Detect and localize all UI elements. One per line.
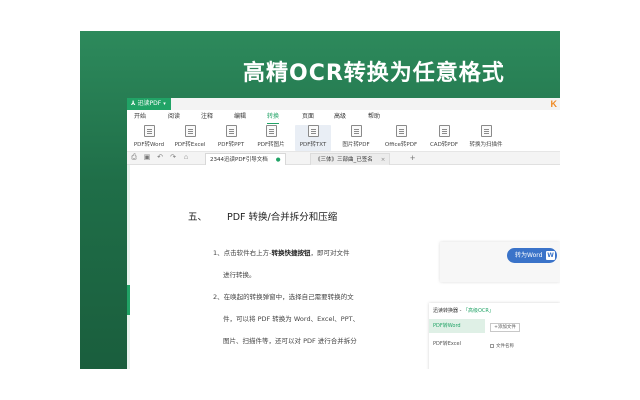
tool-pdf-to-image[interactable]: PDF转图片 <box>254 125 288 151</box>
tab-three-body[interactable]: 《三体》三部曲_已签名 × <box>310 153 391 165</box>
word-icon: W <box>546 251 555 260</box>
convert-to-word-button[interactable]: 转为Word W <box>507 248 557 263</box>
hero-title: 高精OCR转换为任意格式 <box>243 61 505 86</box>
menu-tab-help[interactable]: 帮助 <box>368 110 380 124</box>
cad-to-pdf-icon <box>438 125 450 137</box>
menu-tab-convert[interactable]: 转换 <box>267 110 280 124</box>
converter-option-pdf-to-excel[interactable]: PDF转Excel <box>429 337 485 351</box>
scan-icon <box>480 125 492 137</box>
checkbox-icon <box>490 343 494 348</box>
tool-cad-to-pdf[interactable]: CAD转PDF <box>427 125 461 151</box>
menu-tab-page[interactable]: 页面 <box>302 110 314 124</box>
pdf-to-ppt-icon <box>225 125 237 137</box>
paragraph-line: 进行转换。 <box>223 271 256 279</box>
side-panel-handle[interactable] <box>127 285 130 315</box>
chevron-down-icon: ▾ <box>163 101 166 107</box>
tool-image-to-pdf[interactable]: 图片转PDF <box>339 125 373 151</box>
side-panel-strip <box>127 165 130 369</box>
menu-bar: 开始 阅读 注释 编辑 转换 页面 高级 帮助 <box>127 110 560 124</box>
tool-pdf-to-txt[interactable]: PDF转TXT <box>295 125 331 151</box>
section-heading: 五、 PDF 转换/合并拆分和压缩 <box>188 209 337 223</box>
pdf-to-image-icon <box>265 125 277 137</box>
undo-icon[interactable]: ↶ <box>156 154 164 162</box>
new-tab-button[interactable]: + <box>410 152 415 165</box>
ribbon-toolbar: PDF转Word PDF转Excel PDF转PPT PDF转图片 PDF转TX… <box>127 124 560 152</box>
print-icon[interactable]: ⎙ <box>130 154 138 162</box>
section-title: PDF 转换/合并拆分和压缩 <box>227 212 338 223</box>
image-to-pdf-icon <box>350 125 362 137</box>
tool-pdf-to-excel[interactable]: PDF转Excel <box>172 125 208 151</box>
app-logo-icon: ⅄ <box>131 100 136 107</box>
menu-tab-advanced[interactable]: 高级 <box>334 110 346 124</box>
app-name: 迅读PDF <box>137 100 162 107</box>
pdf-to-word-icon <box>143 125 155 137</box>
redo-icon[interactable]: ↷ <box>169 154 177 162</box>
menu-tab-start[interactable]: 开始 <box>134 110 146 124</box>
title-bar: ⅄ 迅读PDF ▾ K <box>127 98 560 110</box>
paragraph-line: 图片、扫描件等，还可以对 PDF 进行合并拆分 <box>223 337 357 345</box>
add-file-button[interactable]: +添加文件 <box>490 323 520 332</box>
document-tab-bar: ⎙ ▣ ↶ ↷ ⌂ 2344迅读PDF引导文档 ● 《三体》三部曲_已签名 × + <box>127 152 560 165</box>
app-window: ⅄ 迅读PDF ▾ K 开始 阅读 注释 编辑 转换 页面 高级 帮助 PDF转Wo… <box>127 98 560 369</box>
converter-option-pdf-to-word[interactable]: PDF转Word <box>429 319 485 333</box>
app-menu-button[interactable]: ⅄ 迅读PDF ▾ <box>127 98 171 110</box>
tool-office-to-pdf[interactable]: Office转PDF <box>381 125 421 151</box>
save-icon[interactable]: ▣ <box>143 154 151 162</box>
menu-tab-annotate[interactable]: 注释 <box>201 110 213 124</box>
home-icon[interactable]: ⌂ <box>182 154 190 162</box>
paragraph-line: 1、点击软件右上方-转换快捷按钮，即可对文件 <box>213 249 350 257</box>
menu-tab-edit[interactable]: 编辑 <box>234 110 246 124</box>
paragraph-line: 2、在唤起的转换弹窗中，选择自己需要转换的文 <box>213 293 354 301</box>
dialog-title: 迅读转换器 - 「高级OCR」 <box>433 308 494 314</box>
tool-pdf-to-word[interactable]: PDF转Word <box>132 125 166 151</box>
pdf-to-txt-icon <box>307 125 319 137</box>
menu-tab-read[interactable]: 阅读 <box>168 110 180 124</box>
tool-pdf-to-ppt[interactable]: PDF转PPT <box>214 125 248 151</box>
document-view: 五、 PDF 转换/合并拆分和压缩 1、点击软件右上方-转换快捷按钮，即可对文件 … <box>127 165 560 369</box>
tab-guide-document[interactable]: 2344迅读PDF引导文档 ● <box>205 153 286 165</box>
modified-dot-icon: ● <box>275 157 281 163</box>
office-to-pdf-icon <box>395 125 407 137</box>
brand-logo-icon: K <box>550 99 558 109</box>
tool-convert-to-scan[interactable]: 转换为扫描件 <box>467 125 505 151</box>
paragraph-line: 件，可以将 PDF 转换为 Word、Excel、PPT、 <box>223 315 360 323</box>
section-number: 五、 <box>188 212 208 223</box>
inset-screenshot-converter-dialog: 迅读转换器 - 「高级OCR」 PDF转Word PDF转Excel +添加文件… <box>429 303 560 369</box>
promo-banner: 高精OCR转换为任意格式 ⅄ 迅读PDF ▾ K 开始 阅读 注释 编辑 转换 页面… <box>80 31 560 369</box>
file-name-checkbox[interactable]: 文件名称 <box>490 343 514 349</box>
close-icon[interactable]: × <box>381 157 386 163</box>
pdf-to-excel-icon <box>184 125 196 137</box>
inset-screenshot-convert-button: 转为Word W <box>440 242 560 282</box>
